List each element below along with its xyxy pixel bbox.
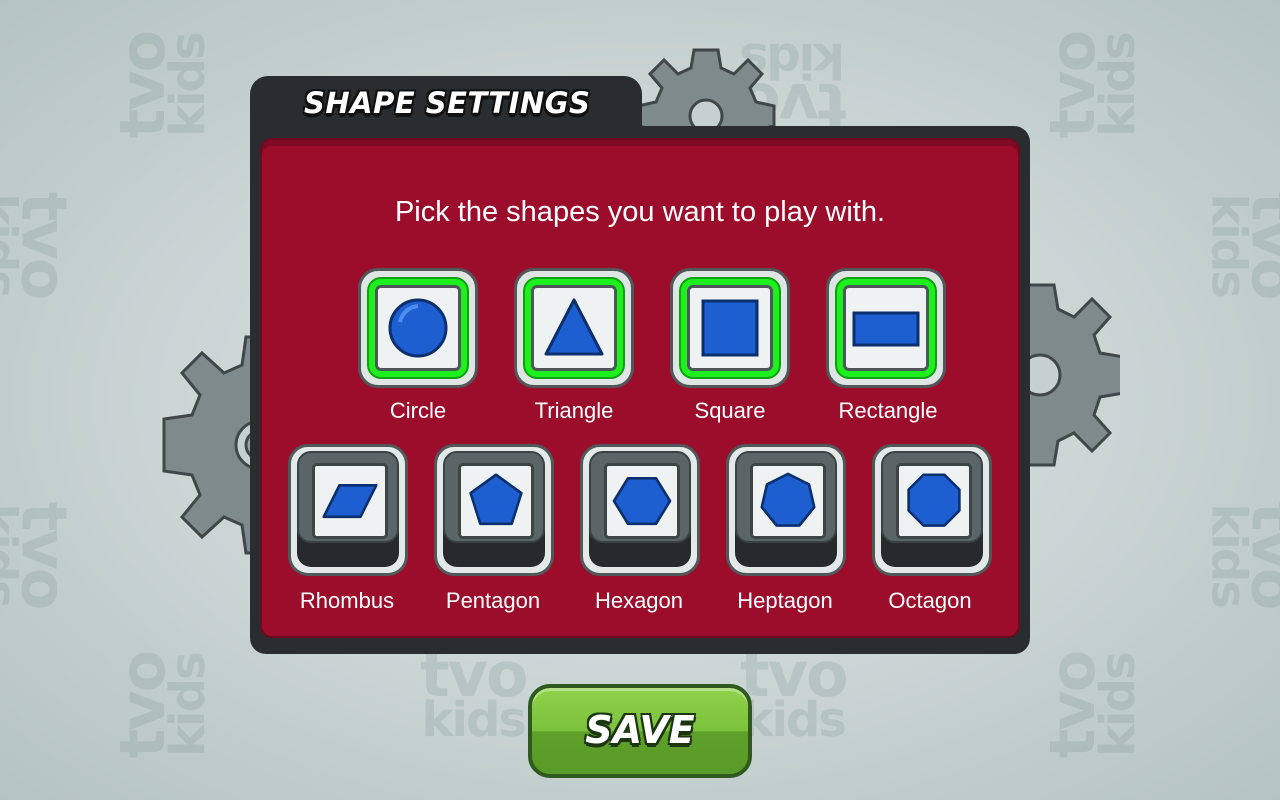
button-cap	[881, 451, 983, 543]
shape-face	[531, 285, 617, 371]
hexagon-icon	[612, 476, 672, 526]
instruction-text: Pick the shapes you want to play with.	[394, 196, 886, 228]
heptagon-icon	[760, 472, 816, 527]
shape-face	[843, 285, 929, 371]
triangle-icon	[544, 298, 604, 356]
rhombus-icon	[322, 483, 378, 519]
shape-face	[896, 463, 972, 539]
shape-toggle-circle[interactable]	[358, 268, 478, 388]
watermark-logo: tvo kids	[1200, 501, 1280, 609]
save-button-label: SAVE	[585, 708, 695, 752]
shape-face	[458, 463, 534, 539]
shape-label-rhombus: Rhombus	[299, 588, 395, 613]
watermark-logo: tvo kids	[740, 638, 849, 748]
shape-label-octagon: Octagon	[888, 588, 972, 613]
watermark-logo: tvo kids	[1200, 191, 1280, 299]
shape-face	[375, 285, 461, 371]
shape-label-square: Square	[694, 398, 766, 423]
shape-face	[312, 463, 388, 539]
octagon-icon	[907, 473, 961, 527]
shape-toggle-pentagon[interactable]	[434, 444, 554, 576]
watermark-logo: tvo kids	[0, 501, 81, 609]
button-cap	[589, 451, 691, 543]
button-cap	[443, 451, 545, 543]
watermark-logo: tvo kids	[1036, 31, 1147, 139]
shape-face	[604, 463, 680, 539]
panel-title: SHAPE SETTINGS	[304, 86, 591, 120]
button-cap	[297, 451, 399, 543]
watermark-logo: tvo kids	[1036, 651, 1147, 759]
shape-toggle-rhombus[interactable]	[288, 444, 408, 576]
shape-label-pentagon: Pentagon	[445, 588, 541, 613]
pentagon-icon	[469, 473, 523, 526]
shape-label-heptagon: Heptagon	[737, 588, 833, 613]
button-cap	[735, 451, 837, 543]
gear-icon	[640, 48, 776, 136]
shape-label-hexagon: Hexagon	[594, 588, 684, 613]
watermark-logo: tvo kids	[106, 31, 217, 139]
shape-toggle-heptagon[interactable]	[726, 444, 846, 576]
square-icon	[701, 299, 759, 357]
shape-toggle-square[interactable]	[670, 268, 790, 388]
shape-label-triangle: Triangle	[534, 398, 614, 423]
save-button[interactable]: SAVE	[528, 684, 752, 778]
shape-toggle-hexagon[interactable]	[580, 444, 700, 576]
shape-label-circle: Circle	[389, 398, 447, 423]
shape-toggle-rectangle[interactable]	[826, 268, 946, 388]
shape-face	[687, 285, 773, 371]
watermark-logo: tvo kids	[106, 651, 217, 759]
shape-toggle-octagon[interactable]	[872, 444, 992, 576]
watermark-logo: tvo kids	[420, 638, 529, 748]
watermark-logo: tvo kids	[0, 191, 81, 299]
circle-icon	[388, 298, 448, 358]
shape-toggle-triangle[interactable]	[514, 268, 634, 388]
rectangle-icon	[852, 311, 920, 347]
shape-face	[750, 463, 826, 539]
shape-label-rectangle: Rectangle	[838, 398, 938, 423]
